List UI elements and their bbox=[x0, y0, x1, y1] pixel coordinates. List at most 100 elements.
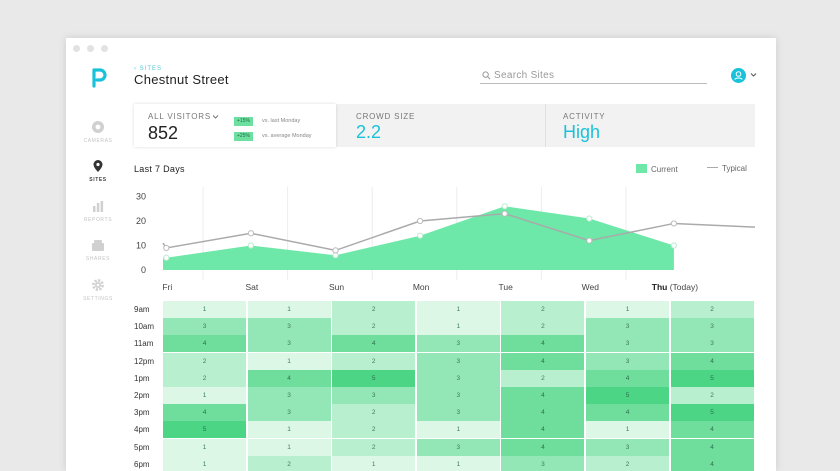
heatmap-cell[interactable]: 3 bbox=[247, 387, 332, 404]
heatmap-cell[interactable]: 3 bbox=[586, 335, 670, 353]
chevron-down-icon[interactable] bbox=[212, 113, 219, 120]
legend-current[interactable]: Current bbox=[636, 164, 678, 174]
heatmap-cell[interactable]: 3 bbox=[247, 318, 332, 336]
heatmap-cell[interactable]: 4 bbox=[670, 455, 755, 471]
heatmap-cell[interactable]: 1 bbox=[163, 455, 247, 471]
heatmap-cell[interactable]: 1 bbox=[247, 301, 332, 318]
heatmap-cell[interactable]: 4 bbox=[586, 369, 670, 387]
stats-divider bbox=[545, 104, 546, 147]
heatmap-cell[interactable]: 3 bbox=[163, 318, 247, 336]
heatmap-cell[interactable]: 3 bbox=[501, 455, 586, 471]
heatmap-cell[interactable]: 2 bbox=[163, 352, 247, 370]
share-icon bbox=[92, 240, 104, 251]
heatmap-cell[interactable]: 1 bbox=[247, 438, 332, 456]
sidebar-item-label: SHARES bbox=[85, 256, 111, 262]
heatmap-cell[interactable]: 3 bbox=[586, 318, 670, 336]
heatmap-cell[interactable]: 2 bbox=[332, 301, 417, 318]
heatmap-cell[interactable]: 3 bbox=[416, 404, 501, 422]
heatmap-cell[interactable]: 3 bbox=[247, 404, 332, 422]
heatmap-cell[interactable]: 5 bbox=[670, 369, 755, 387]
heatmap-cell[interactable]: 5 bbox=[586, 387, 670, 404]
heatmap-cell[interactable]: 1 bbox=[586, 301, 670, 318]
heatmap-cell[interactable]: 4 bbox=[670, 421, 755, 439]
heatmap-cell[interactable]: 2 bbox=[670, 387, 755, 404]
heatmap-cell[interactable]: 1 bbox=[163, 438, 247, 456]
y-tick-label: 30 bbox=[136, 192, 146, 202]
typical-point bbox=[332, 247, 339, 254]
heatmap-cell[interactable]: 4 bbox=[163, 335, 247, 353]
heatmap-cell[interactable]: 2 bbox=[670, 301, 755, 318]
activity-value: High bbox=[563, 122, 601, 142]
heatmap-cell[interactable]: 2 bbox=[332, 318, 417, 336]
window-minimize-button[interactable] bbox=[87, 45, 94, 52]
heatmap-cell[interactable]: 3 bbox=[670, 335, 755, 353]
heatmap-cell[interactable]: 4 bbox=[247, 369, 332, 387]
window-close-button[interactable] bbox=[73, 45, 80, 52]
heatmap-cell[interactable]: 4 bbox=[332, 335, 417, 353]
heatmap-cell[interactable]: 4 bbox=[501, 352, 586, 370]
sidebar-item-settings[interactable]: SETTINGS bbox=[66, 278, 130, 302]
logo-icon[interactable] bbox=[90, 66, 108, 88]
change-caption: vs. last Monday bbox=[262, 118, 301, 124]
heatmap-cell[interactable]: 4 bbox=[670, 438, 755, 456]
heatmap-cell[interactable]: 4 bbox=[501, 335, 586, 353]
heatmap-cell[interactable]: 1 bbox=[247, 421, 332, 439]
sidebar-item-cameras[interactable]: CAMERAS bbox=[66, 120, 130, 144]
heatmap-cell[interactable]: 1 bbox=[332, 455, 417, 471]
heatmap-cell[interactable]: 5 bbox=[163, 421, 247, 439]
heatmap-cell[interactable]: 1 bbox=[163, 387, 247, 404]
user-avatar[interactable] bbox=[731, 68, 746, 83]
heatmap-cell[interactable]: 3 bbox=[332, 387, 417, 404]
heatmap-cell[interactable]: 3 bbox=[416, 438, 501, 456]
sidebar-item-reports[interactable]: REPORTS bbox=[66, 199, 130, 223]
heatmap-cell[interactable]: 4 bbox=[501, 421, 586, 439]
heatmap-cell[interactable]: 1 bbox=[163, 301, 247, 318]
heatmap-cell[interactable]: 3 bbox=[416, 335, 501, 353]
heatmap-cell[interactable]: 4 bbox=[586, 404, 670, 422]
visitors-card[interactable]: ALL VISITORS 852 +15% vs. last Monday +2… bbox=[134, 104, 336, 147]
heatmap-cell[interactable]: 2 bbox=[332, 421, 417, 439]
sidebar-item-shares[interactable]: SHARES bbox=[66, 238, 130, 262]
heatmap-cell[interactable]: 1 bbox=[247, 352, 332, 370]
hour-label: 4pm bbox=[134, 425, 150, 435]
heatmap-cell[interactable]: 1 bbox=[416, 421, 501, 439]
search-icon bbox=[482, 71, 491, 80]
heatmap-cell[interactable]: 4 bbox=[501, 438, 586, 456]
heatmap-cell[interactable]: 2 bbox=[501, 301, 586, 318]
legend-swatch bbox=[707, 166, 718, 168]
heatmap-cell[interactable]: 3 bbox=[416, 352, 501, 370]
x-tick-label: Sat bbox=[246, 282, 259, 292]
heatmap-cell[interactable]: 4 bbox=[501, 404, 586, 422]
hour-label: 11am bbox=[134, 339, 154, 349]
heatmap-cell[interactable]: 4 bbox=[670, 352, 755, 370]
heatmap-cell[interactable]: 2 bbox=[247, 455, 332, 471]
heatmap-cell[interactable]: 1 bbox=[416, 318, 501, 336]
heatmap-cell[interactable]: 1 bbox=[416, 301, 501, 318]
sidebar-item-sites[interactable]: SITES bbox=[66, 159, 130, 183]
heatmap-cell[interactable]: 1 bbox=[586, 421, 670, 439]
heatmap-cell[interactable]: 3 bbox=[670, 318, 755, 336]
heatmap-cell[interactable]: 2 bbox=[332, 438, 417, 456]
heatmap-cell[interactable]: 4 bbox=[163, 404, 247, 422]
legend-typical[interactable]: Typical bbox=[707, 164, 747, 173]
heatmap-cell[interactable]: 5 bbox=[332, 369, 417, 387]
heatmap-cell[interactable]: 3 bbox=[586, 352, 670, 370]
heatmap-cell[interactable]: 2 bbox=[586, 455, 670, 471]
heatmap-cell[interactable]: 2 bbox=[501, 369, 586, 387]
heatmap-cell[interactable]: 3 bbox=[586, 438, 670, 456]
heatmap-cell[interactable]: 5 bbox=[670, 404, 755, 422]
heatmap-cell[interactable]: 4 bbox=[501, 387, 586, 404]
heatmap-cell[interactable]: 2 bbox=[332, 352, 417, 370]
window-maximize-button[interactable] bbox=[101, 45, 108, 52]
heatmap-cell[interactable]: 2 bbox=[332, 404, 417, 422]
heatmap-cell[interactable]: 2 bbox=[163, 369, 247, 387]
heatmap-cell[interactable]: 3 bbox=[247, 335, 332, 353]
heatmap-cell[interactable]: 1 bbox=[416, 455, 501, 471]
search-input[interactable]: Search Sites bbox=[480, 69, 707, 84]
chevron-down-icon[interactable] bbox=[750, 71, 757, 78]
current-point bbox=[247, 242, 255, 249]
heatmap-cell[interactable]: 3 bbox=[416, 369, 501, 387]
heatmap-cell[interactable]: 2 bbox=[501, 318, 586, 336]
heatmap-cell[interactable]: 3 bbox=[416, 387, 501, 404]
typical-point bbox=[501, 210, 508, 217]
